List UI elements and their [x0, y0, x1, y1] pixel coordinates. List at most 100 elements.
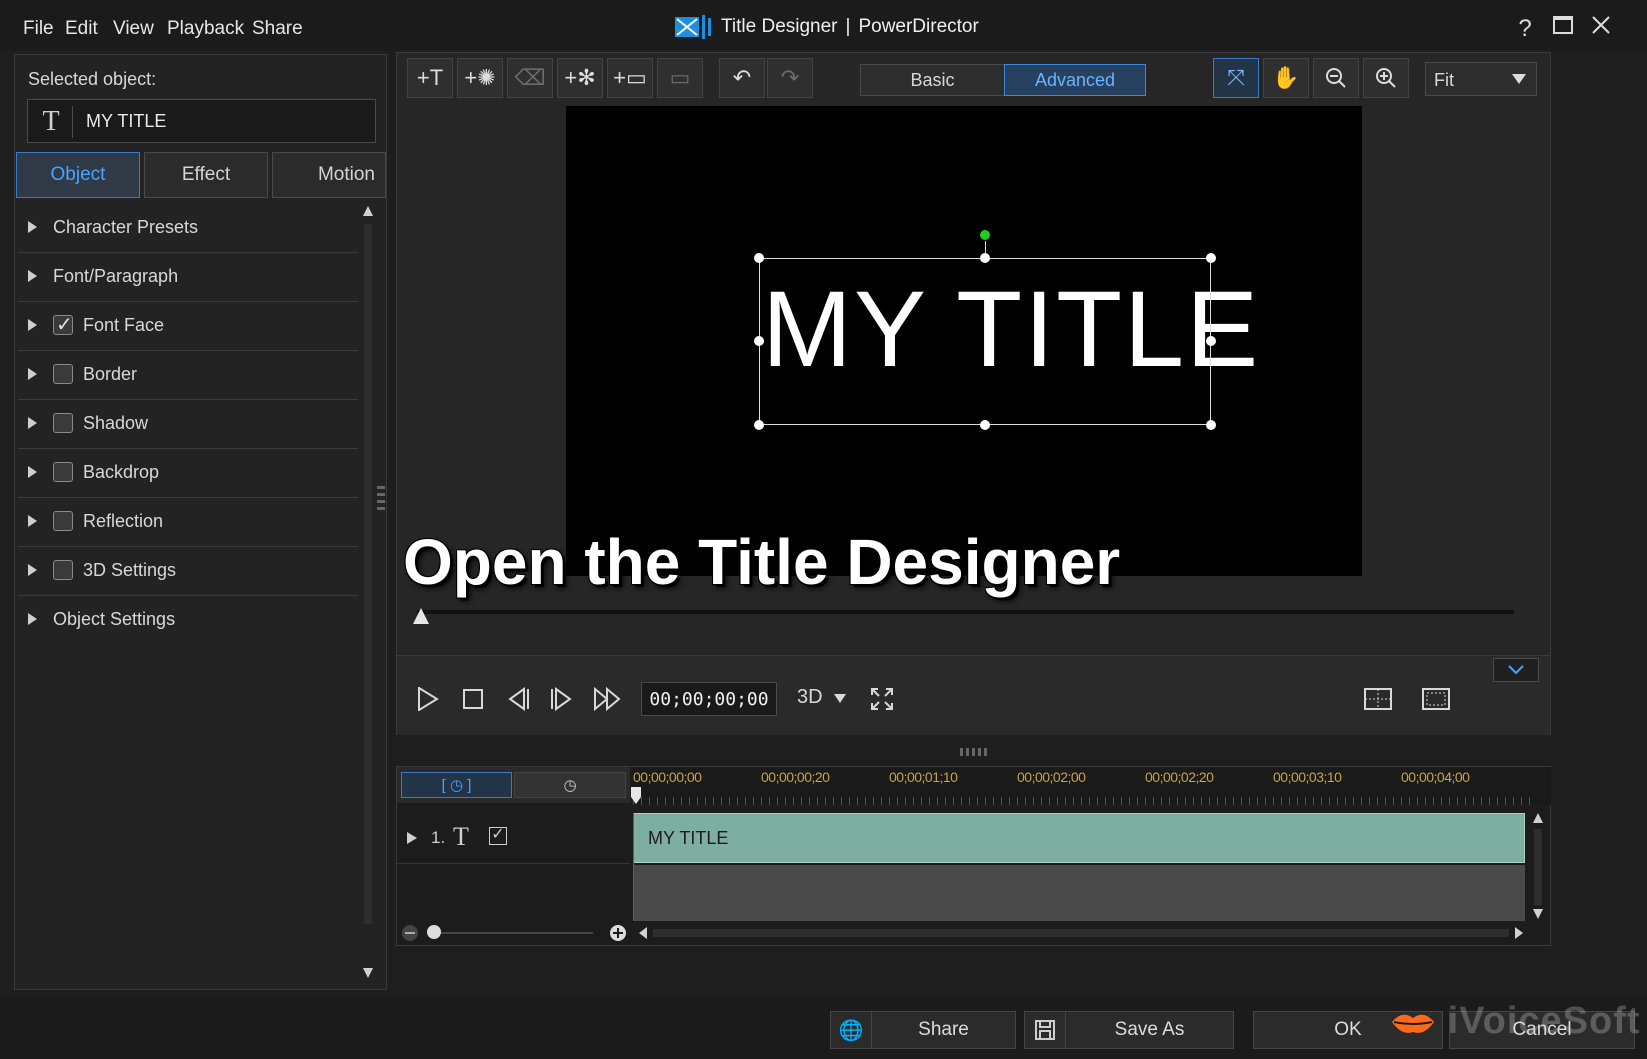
font-face-checkbox[interactable]: [53, 312, 73, 337]
menu-edit[interactable]: Edit: [65, 18, 98, 40]
section-font-paragraph[interactable]: Font/Paragraph: [18, 251, 358, 302]
insert-image-button[interactable]: +▭: [607, 58, 653, 98]
scrub-thumb[interactable]: [413, 608, 429, 624]
stop-button[interactable]: [456, 682, 490, 716]
3d-mode-dropdown[interactable]: 3D: [797, 686, 847, 709]
timeline-zoom-slider[interactable]: [427, 932, 593, 934]
insert-title-button[interactable]: +T: [407, 58, 453, 98]
playhead-line: [633, 813, 634, 921]
timeline-horizontal-scrollbar[interactable]: [637, 925, 1527, 941]
resize-handle[interactable]: [980, 253, 990, 263]
time-ruler[interactable]: 00;00;00;00 00;00;00;20 00;00;01;10 00;0…: [630, 767, 1551, 805]
resize-handle[interactable]: [754, 253, 764, 263]
resize-handle[interactable]: [1206, 420, 1216, 430]
timeline-zoom-thumb[interactable]: [427, 925, 441, 939]
tab-motion[interactable]: Motion: [272, 152, 386, 198]
collapse-button[interactable]: [1493, 658, 1539, 682]
clock-mode-button[interactable]: ◷: [514, 772, 626, 798]
rotate-handle[interactable]: [980, 230, 990, 240]
3d-settings-checkbox[interactable]: [53, 560, 73, 580]
section-reflection[interactable]: Reflection: [18, 496, 358, 547]
next-frame-button[interactable]: [545, 682, 579, 716]
insert-particle-button[interactable]: +✺: [457, 58, 503, 98]
section-border[interactable]: Border: [18, 349, 358, 400]
expand-arrow-icon[interactable]: [28, 564, 37, 576]
rotate-stem: [985, 241, 986, 253]
mode-basic-button[interactable]: Basic: [860, 64, 1005, 96]
tab-object[interactable]: Object: [16, 152, 140, 198]
section-font-face[interactable]: Font Face: [18, 300, 358, 351]
reflection-checkbox[interactable]: [53, 511, 73, 531]
expand-arrow-icon[interactable]: [28, 319, 37, 331]
preview-scrub-track[interactable]: [417, 610, 1514, 614]
save-as-button[interactable]: Save As: [1024, 1011, 1234, 1049]
help-button[interactable]: ?: [1510, 14, 1540, 44]
resize-handle[interactable]: [754, 336, 764, 346]
expand-arrow-icon[interactable]: [28, 466, 37, 478]
zoom-out-timeline-icon[interactable]: [401, 924, 419, 942]
timecode-display[interactable]: 00;00;00;00: [641, 682, 777, 716]
section-label: Backdrop: [83, 461, 160, 482]
globe-share-icon: 🌐: [831, 1012, 872, 1048]
tab-effect[interactable]: Effect: [144, 152, 268, 198]
menu-share[interactable]: Share: [252, 18, 303, 40]
section-backdrop[interactable]: Backdrop: [18, 447, 358, 498]
previous-frame-button[interactable]: [501, 682, 535, 716]
section-character-presets[interactable]: Character Presets: [18, 202, 358, 253]
range-mode-button[interactable]: [ ◷ ]: [401, 772, 512, 798]
zoom-select[interactable]: Fit: [1425, 62, 1537, 96]
share-button[interactable]: 🌐 Share: [830, 1011, 1016, 1049]
shadow-checkbox[interactable]: [53, 413, 73, 433]
expand-arrow-icon[interactable]: [407, 832, 417, 844]
backdrop-checkbox[interactable]: [53, 462, 73, 482]
resize-handle[interactable]: [1206, 336, 1216, 346]
timeline-vertical-scrollbar[interactable]: [1531, 811, 1545, 921]
title-clip[interactable]: MY TITLE: [633, 813, 1525, 863]
save-as-button-label: Save As: [1114, 1019, 1185, 1040]
empty-track[interactable]: [633, 865, 1525, 921]
insert-effect-button[interactable]: +✻: [557, 58, 603, 98]
zoom-in-timeline-icon[interactable]: [609, 924, 627, 942]
selected-object-field[interactable]: T MY TITLE: [27, 99, 376, 143]
panel-scrollbar[interactable]: [361, 202, 375, 982]
resize-handle[interactable]: [980, 420, 990, 430]
select-tool-button[interactable]: ⤧: [1213, 58, 1259, 98]
expand-arrow-icon[interactable]: [28, 270, 37, 282]
section-3d-settings[interactable]: 3D Settings: [18, 545, 358, 596]
panel-splitter-grip[interactable]: [377, 486, 385, 516]
title-safe-button[interactable]: [1419, 682, 1453, 716]
track-visible-checkbox[interactable]: ✓: [489, 827, 507, 845]
preview-canvas[interactable]: MY TITLE: [566, 106, 1362, 576]
delete-object-button[interactable]: ▭: [657, 58, 703, 98]
safe-zone-button[interactable]: [1361, 682, 1395, 716]
zoom-in-button[interactable]: [1363, 58, 1409, 98]
play-button[interactable]: [411, 682, 445, 716]
border-checkbox[interactable]: [53, 364, 73, 384]
section-object-settings[interactable]: Object Settings: [18, 594, 358, 644]
menu-file[interactable]: File: [23, 18, 54, 40]
resize-handle[interactable]: [1206, 253, 1216, 263]
resize-handle[interactable]: [754, 420, 764, 430]
expand-arrow-icon[interactable]: [28, 515, 37, 527]
menu-view[interactable]: View: [113, 18, 154, 40]
expand-arrow-icon[interactable]: [28, 613, 37, 625]
hand-tool-button[interactable]: ✋: [1263, 58, 1309, 98]
zoom-out-button[interactable]: [1313, 58, 1359, 98]
section-shadow[interactable]: Shadow: [18, 398, 358, 449]
mode-advanced-button[interactable]: Advanced: [1004, 64, 1146, 96]
maximize-button[interactable]: [1548, 14, 1578, 44]
close-button[interactable]: [1586, 14, 1616, 44]
playhead-marker[interactable]: [630, 787, 642, 805]
expand-arrow-icon[interactable]: [28, 417, 37, 429]
fullscreen-button[interactable]: [865, 682, 899, 716]
expand-arrow-icon[interactable]: [28, 221, 37, 233]
undo-button[interactable]: ↶: [719, 58, 765, 98]
fast-forward-button[interactable]: [591, 682, 625, 716]
menu-playback[interactable]: Playback: [167, 18, 244, 40]
safe-area-icon: [1422, 688, 1450, 710]
redo-button[interactable]: ↷: [767, 58, 813, 98]
selection-box[interactable]: [754, 230, 1216, 430]
expand-arrow-icon[interactable]: [28, 368, 37, 380]
delete-particle-button[interactable]: ⌫: [507, 58, 553, 98]
timeline-splitter-grip[interactable]: [960, 743, 990, 756]
